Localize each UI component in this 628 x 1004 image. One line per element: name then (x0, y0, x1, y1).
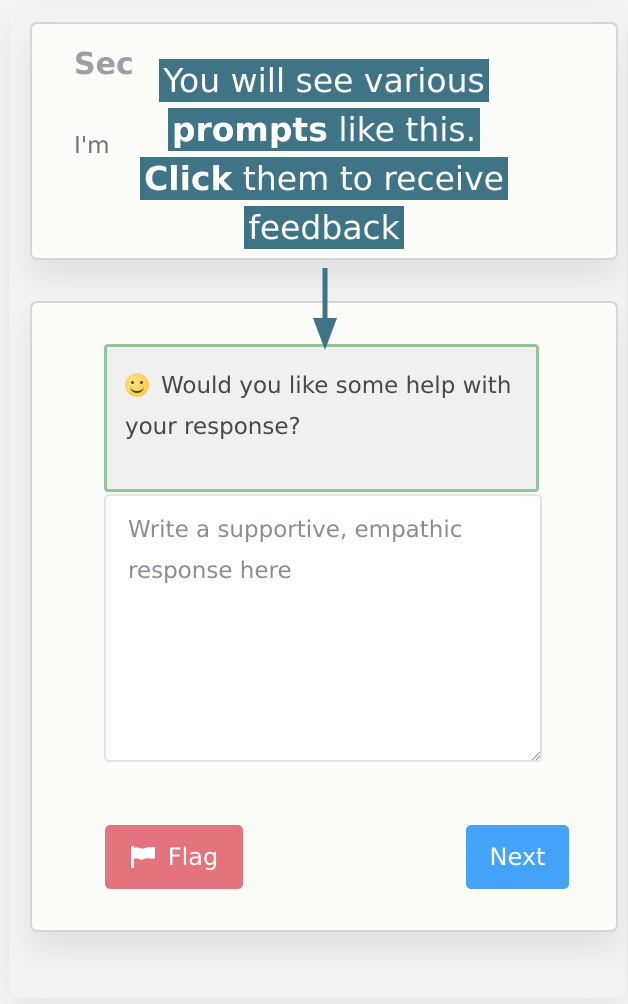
tutorial-line-4: feedback (244, 206, 404, 249)
next-button[interactable]: Next (466, 825, 569, 889)
smiling-face-icon (125, 373, 149, 397)
tutorial-line-1: You will see various (159, 59, 489, 102)
flag-button[interactable]: Flag (105, 825, 243, 889)
feedback-prompt[interactable]: Would you like some help with your respo… (104, 344, 539, 492)
tutorial-line-2: prompts like this. (167, 108, 481, 151)
tutorial-overlay: You will see various prompts like this. … (124, 56, 524, 252)
tutorial-line-3: Click them to receive (140, 157, 508, 200)
next-button-label: Next (489, 843, 546, 871)
response-textarea[interactable] (104, 494, 542, 762)
page: Sec I'm You will see various prompts lik… (0, 0, 628, 1004)
seeker-post-text: I'm (74, 133, 110, 159)
resize-handle[interactable] (532, 752, 540, 760)
flag-icon (130, 846, 156, 868)
feedback-prompt-text: Would you like some help with your respo… (125, 373, 512, 440)
flag-button-label: Flag (167, 843, 219, 871)
down-arrow-icon (313, 268, 337, 350)
